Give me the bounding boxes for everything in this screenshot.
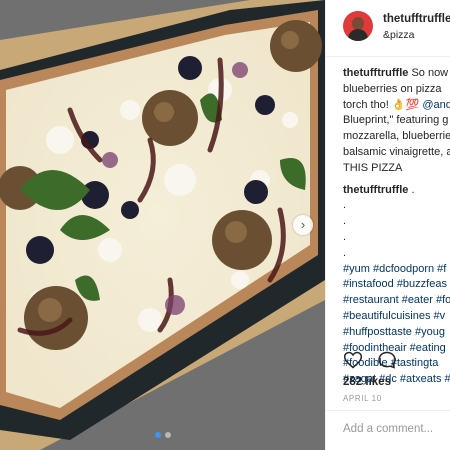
carousel-dots bbox=[0, 432, 325, 438]
hashtag-line-1[interactable]: #yum #dcfoodporn #f bbox=[343, 262, 450, 278]
next-slide-button[interactable]: › bbox=[293, 215, 313, 235]
comment-bubble-icon[interactable] bbox=[377, 350, 397, 370]
comment-dot: . bbox=[343, 199, 347, 212]
avatar-body bbox=[348, 29, 368, 41]
carousel-dot bbox=[164, 432, 171, 438]
header-username[interactable]: thetufftruffle bbox=[383, 13, 450, 25]
hashtag-line-5[interactable]: #huffposttaste #youg bbox=[343, 325, 450, 341]
post-side-panel: thetufftruffle &pizza thetufftruffle So … bbox=[325, 0, 450, 450]
carousel-dot-active bbox=[154, 432, 161, 438]
caption-line-2: blueberries on pizza bbox=[343, 82, 442, 95]
comment-text: . bbox=[411, 183, 415, 196]
caption-line-3: torch tho! 👌💯 @and bbox=[343, 98, 450, 114]
hashtag-line-3[interactable]: #restaurant #eater #fo bbox=[343, 293, 450, 309]
caption-line-6: balsamic vinaigrette, a bbox=[343, 145, 450, 158]
chevron-right-icon: › bbox=[300, 217, 306, 232]
pizza-image bbox=[0, 0, 325, 450]
post-actions bbox=[343, 350, 397, 370]
post-header: thetufftruffle &pizza bbox=[326, 0, 450, 57]
caption-and-comments: thetufftruffle So now blueberries on piz… bbox=[343, 66, 450, 388]
comment-dot: . bbox=[343, 215, 347, 228]
caption-line-5: mozzarella, blueberrie bbox=[343, 130, 450, 143]
comment-line: thetufftruffle . bbox=[343, 183, 450, 199]
like-count[interactable]: 282 likes bbox=[343, 376, 391, 388]
comment-dot: . bbox=[343, 246, 347, 259]
caption-author[interactable]: thetufftruffle bbox=[343, 67, 408, 79]
caption-line-4: Blueprint," featuring g bbox=[343, 114, 449, 127]
caption-line-1: thetufftruffle So now bbox=[343, 66, 450, 82]
caption-line-7: THIS PIZZA bbox=[343, 161, 403, 174]
header-location[interactable]: &pizza bbox=[383, 29, 415, 41]
add-comment-bar bbox=[326, 410, 450, 450]
hashtag-line-2[interactable]: #instafood #buzzfeas bbox=[343, 277, 450, 293]
heart-icon[interactable] bbox=[343, 350, 363, 370]
caption-text-3: torch tho! bbox=[343, 98, 389, 111]
hashtag-line-4[interactable]: #beautifulcuisines #v bbox=[343, 309, 450, 325]
caption-text-1: So now bbox=[411, 67, 449, 79]
comment-author[interactable]: thetufftruffle bbox=[343, 184, 408, 196]
caption-mention[interactable]: @and bbox=[422, 99, 450, 111]
post-date[interactable]: APRIL 10 bbox=[343, 394, 382, 403]
comment-dot: . bbox=[343, 230, 347, 243]
emoji: 👌💯 bbox=[391, 98, 420, 111]
add-comment-input[interactable] bbox=[343, 423, 448, 435]
post-photo[interactable]: › bbox=[0, 0, 325, 450]
avatar[interactable] bbox=[343, 11, 373, 41]
